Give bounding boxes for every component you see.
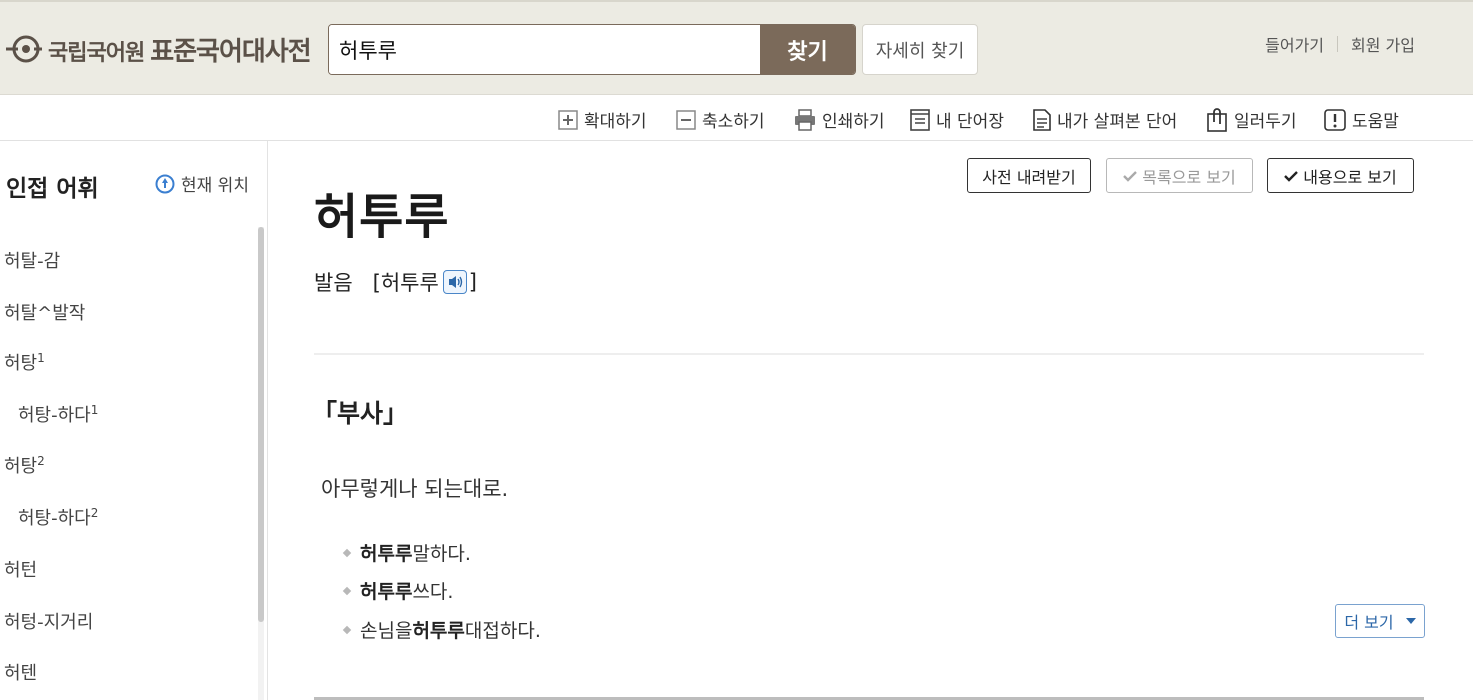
zoom-out-label: 축소하기 <box>702 112 765 132</box>
more-label: 더 보기 <box>1344 613 1394 632</box>
example-item: 손님을 허투루 대접하다. <box>342 616 541 643</box>
sidebar-scrollbar[interactable] <box>258 227 264 700</box>
check-icon <box>1123 170 1138 182</box>
zoom-in-button[interactable]: 확대하기 <box>558 107 647 132</box>
list-item[interactable]: 허탈^발작 <box>4 299 85 325</box>
list-item[interactable]: 허탕2 <box>4 452 45 478</box>
print-label: 인쇄하기 <box>822 112 885 132</box>
content-view-button[interactable]: 내용으로 보기 <box>1267 158 1414 193</box>
site-header: 국립국어원표준국어대사전 찾기 자세히 찾기 들어가기 회원 가입 <box>0 0 1473 95</box>
zoom-out-button[interactable]: 축소하기 <box>676 107 765 132</box>
more-examples-button[interactable]: 더 보기 <box>1335 604 1425 638</box>
zoom-in-label: 확대하기 <box>584 112 647 132</box>
page-toolbar: 확대하기 축소하기 인쇄하기 내 단어장 내가 살펴본 단어 일러두기 도움말 <box>0 96 1473 141</box>
bullet-icon <box>342 625 352 634</box>
homonym-number: 1 <box>90 403 99 417</box>
document-icon <box>1033 108 1051 131</box>
search-box: 찾기 <box>328 24 856 75</box>
example-item: 허투루 쓰다. <box>342 577 453 604</box>
example-headword: 허투루 <box>412 620 465 642</box>
sidebar-title: 인접 어휘 <box>6 176 99 202</box>
homonym-number: 1 <box>37 351 45 365</box>
guide-button[interactable]: 일러두기 <box>1206 107 1297 132</box>
sidebar-scroll-thumb[interactable] <box>258 227 264 622</box>
speaker-icon[interactable] <box>442 270 467 294</box>
headword: 허투루 <box>314 189 450 245</box>
site-logo[interactable]: 국립국어원 표준국어대사전 <box>4 31 312 68</box>
printer-icon <box>795 108 815 131</box>
list-item[interactable]: 허탕-하다1 <box>18 401 98 427</box>
logo-dictionary-name: 표준국어대사전 <box>150 36 311 67</box>
list-item[interactable]: 허탕-하다2 <box>18 504 98 530</box>
bullet-icon <box>342 548 352 557</box>
content-view-label: 내용으로 보기 <box>1303 167 1397 187</box>
pronunciation-text: [허투루 <box>372 271 439 295</box>
help-button[interactable]: 도움말 <box>1324 107 1399 132</box>
homonym-number: 2 <box>90 506 99 520</box>
help-label: 도움말 <box>1352 112 1399 132</box>
check-icon <box>1284 170 1299 182</box>
clipboard-clip-icon <box>1207 107 1227 132</box>
list-view-button[interactable]: 목록으로 보기 <box>1106 158 1253 193</box>
example-item: 허투루 말하다. <box>342 539 471 566</box>
my-wordbook-button[interactable]: 내 단어장 <box>910 107 1004 132</box>
list-view-label: 목록으로 보기 <box>1142 167 1236 187</box>
download-dictionary-button[interactable]: 사전 내려받기 <box>967 158 1091 193</box>
exclamation-icon <box>1324 108 1346 131</box>
my-wordbook-label: 내 단어장 <box>936 112 1004 132</box>
plus-square-icon <box>558 109 578 130</box>
viewed-words-label: 내가 살펴본 단어 <box>1057 112 1178 132</box>
link-separator <box>1337 36 1339 52</box>
bullet-icon <box>342 586 352 595</box>
part-of-speech: 「부사」 <box>312 399 409 428</box>
current-location-label: 현재 위치 <box>181 176 249 196</box>
homonym-number: 2 <box>37 454 45 468</box>
definition: 아무렇게나 되는대로. <box>321 477 509 501</box>
list-item[interactable]: 허탈-감 <box>4 247 60 273</box>
logo-emblem-icon <box>4 32 44 66</box>
logo-org-name: 국립국어원 <box>48 40 145 66</box>
minus-square-icon <box>676 109 696 130</box>
login-link[interactable]: 들어가기 <box>1265 32 1324 56</box>
current-location-button[interactable]: 현재 위치 <box>155 171 249 196</box>
viewed-words-button[interactable]: 내가 살펴본 단어 <box>1033 107 1177 132</box>
pronunciation: 발음 [허투루 ] <box>314 267 477 297</box>
account-links: 들어가기 회원 가입 <box>1265 32 1415 56</box>
entry-content: 사전 내려받기 목록으로 보기 내용으로 보기 허투루 발음 [허투루 ] 「부… <box>268 141 1473 700</box>
section-divider <box>314 353 1424 355</box>
wordbook-icon <box>910 108 930 131</box>
location-target-icon <box>155 174 175 193</box>
pronunciation-close: ] <box>468 270 477 294</box>
list-item[interactable]: 허텅-지거리 <box>4 608 93 634</box>
print-button[interactable]: 인쇄하기 <box>794 107 885 132</box>
example-headword: 허투루 <box>360 543 413 565</box>
signup-link[interactable]: 회원 가입 <box>1351 32 1415 56</box>
logo-text: 국립국어원 표준국어대사전 <box>48 31 312 68</box>
search-button[interactable]: 찾기 <box>760 25 855 74</box>
pronunciation-label: 발음 <box>314 271 353 295</box>
list-item[interactable]: 허턴 <box>4 556 37 582</box>
guide-label: 일러두기 <box>1234 112 1297 132</box>
search-input[interactable] <box>329 25 760 74</box>
caret-down-icon <box>1405 618 1416 624</box>
list-item[interactable]: 허텐 <box>4 659 37 685</box>
detail-search-button[interactable]: 자세히 찾기 <box>862 24 978 75</box>
list-item[interactable]: 허탕1 <box>4 349 45 375</box>
example-headword: 허투루 <box>360 581 413 603</box>
adjacent-words-sidebar: 인접 어휘 현재 위치 허탈-감 허탈^발작 허탕1 허탕-하다1 허탕2 허탕… <box>0 141 268 700</box>
